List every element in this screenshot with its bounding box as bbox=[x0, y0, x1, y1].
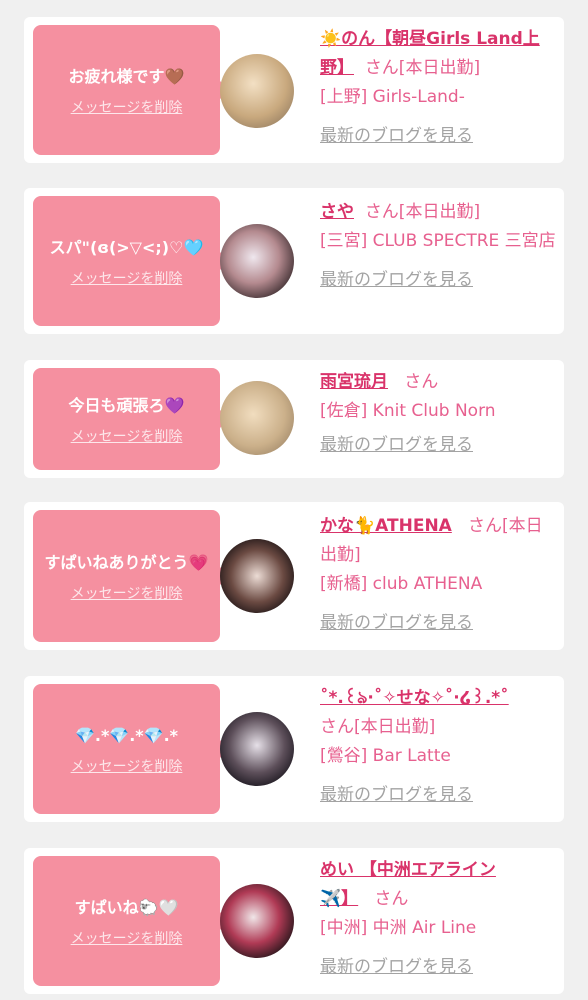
avatar[interactable] bbox=[220, 712, 294, 786]
message-bubble: 今日も頑張ろ💜 メッセージを削除 bbox=[33, 368, 229, 470]
message-bubble: お疲れ様です🤎 メッセージを削除 bbox=[33, 25, 229, 155]
delete-message-link[interactable]: メッセージを削除 bbox=[71, 270, 183, 288]
message-text: すぱいね🐑🤍 bbox=[74, 897, 179, 917]
message-card: すぱいね🐑🤍 メッセージを削除 めい 【中洲エアライン✈️】 さん [中洲] 中… bbox=[24, 848, 564, 994]
avatar[interactable] bbox=[220, 381, 294, 455]
blog-link[interactable]: 最新のブログを見る bbox=[320, 953, 558, 982]
delete-message-link[interactable]: メッセージを削除 bbox=[71, 99, 183, 117]
message-bubble: すぱいね🐑🤍 メッセージを削除 bbox=[33, 856, 229, 986]
message-text: すぱいねありがとう💗 bbox=[44, 552, 209, 572]
shop-text: [三宮] CLUB SPECTRE 三宮店 bbox=[320, 231, 556, 251]
message-card: 今日も頑張ろ💜 メッセージを削除 雨宮琉月 さん [佐倉] Knit Club … bbox=[24, 360, 564, 478]
avatar[interactable] bbox=[220, 539, 294, 613]
message-card: お疲れ様です🤎 メッセージを削除 ☀️のん【朝昼Girls Land上野】 さん… bbox=[24, 17, 564, 163]
status-text: さん[本日出勤] bbox=[320, 717, 436, 737]
shop-text: [佐倉] Knit Club Norn bbox=[320, 401, 496, 421]
delete-message-link[interactable]: メッセージを削除 bbox=[71, 585, 183, 603]
shop-text: [鶯谷] Bar Latte bbox=[320, 746, 451, 766]
message-card: すぱいねありがとう💗 メッセージを削除 かな🐈ATHENA さん[本日出勤] [… bbox=[24, 502, 564, 650]
cast-name-link[interactable]: ˚*.꒰ঌ·˚✧せな✧˚·໒꒱.*˚ bbox=[320, 684, 558, 713]
delete-message-link[interactable]: メッセージを削除 bbox=[71, 930, 183, 948]
message-text: スパ"(ɞ(>▽<;)♡🩵 bbox=[49, 237, 204, 257]
message-card: スパ"(ɞ(>▽<;)♡🩵 メッセージを削除 さや さん[本日出勤] [三宮] … bbox=[24, 188, 564, 334]
blog-link[interactable]: 最新のブログを見る bbox=[320, 122, 558, 151]
blog-link[interactable]: 最新のブログを見る bbox=[320, 431, 558, 460]
avatar[interactable] bbox=[220, 54, 294, 128]
message-text: 💎.*💎.*💎.* bbox=[74, 725, 179, 745]
cast-name-link[interactable]: 雨宮琉月 bbox=[320, 372, 388, 392]
avatar[interactable] bbox=[220, 224, 294, 298]
shop-text: [上野] Girls-Land- bbox=[320, 87, 465, 107]
status-text: さん[本日出勤] bbox=[364, 58, 481, 78]
cast-info: めい 【中洲エアライン✈️】 さん [中洲] 中洲 Air Line 最新のブロ… bbox=[320, 856, 558, 982]
avatar[interactable] bbox=[220, 884, 294, 958]
cast-info: ☀️のん【朝昼Girls Land上野】 さん[本日出勤] [上野] Girls… bbox=[320, 25, 558, 151]
blog-link[interactable]: 最新のブログを見る bbox=[320, 609, 558, 638]
status-text: さん bbox=[404, 372, 439, 392]
cast-info: ˚*.꒰ঌ·˚✧せな✧˚·໒꒱.*˚ さん[本日出勤] [鶯谷] Bar Lat… bbox=[320, 684, 558, 810]
blog-link[interactable]: 最新のブログを見る bbox=[320, 781, 558, 810]
cast-info: かな🐈ATHENA さん[本日出勤] [新橋] club ATHENA 最新のブ… bbox=[320, 512, 558, 638]
message-text: 今日も頑張ろ💜 bbox=[68, 395, 185, 415]
message-text: お疲れ様です🤎 bbox=[68, 66, 185, 86]
message-bubble: 💎.*💎.*💎.* メッセージを削除 bbox=[33, 684, 229, 814]
status-text: さん[本日出勤] bbox=[364, 202, 481, 222]
message-card: 💎.*💎.*💎.* メッセージを削除 ˚*.꒰ঌ·˚✧せな✧˚·໒꒱.*˚ さん… bbox=[24, 676, 564, 822]
message-bubble: スパ"(ɞ(>▽<;)♡🩵 メッセージを削除 bbox=[33, 196, 229, 326]
message-list: お疲れ様です🤎 メッセージを削除 ☀️のん【朝昼Girls Land上野】 さん… bbox=[0, 0, 588, 1000]
cast-info: さや さん[本日出勤] [三宮] CLUB SPECTRE 三宮店 最新のブログ… bbox=[320, 198, 558, 295]
cast-info: 雨宮琉月 さん [佐倉] Knit Club Norn 最新のブログを見る bbox=[320, 368, 558, 460]
delete-message-link[interactable]: メッセージを削除 bbox=[71, 428, 183, 446]
cast-name-link[interactable]: かな🐈ATHENA bbox=[320, 516, 452, 536]
shop-text: [中洲] 中洲 Air Line bbox=[320, 918, 477, 938]
blog-link[interactable]: 最新のブログを見る bbox=[320, 266, 558, 295]
cast-name-link[interactable]: さや bbox=[320, 202, 354, 222]
status-text: さん bbox=[374, 889, 409, 909]
delete-message-link[interactable]: メッセージを削除 bbox=[71, 758, 183, 776]
shop-text: [新橋] club ATHENA bbox=[320, 574, 483, 594]
message-bubble: すぱいねありがとう💗 メッセージを削除 bbox=[33, 510, 229, 642]
